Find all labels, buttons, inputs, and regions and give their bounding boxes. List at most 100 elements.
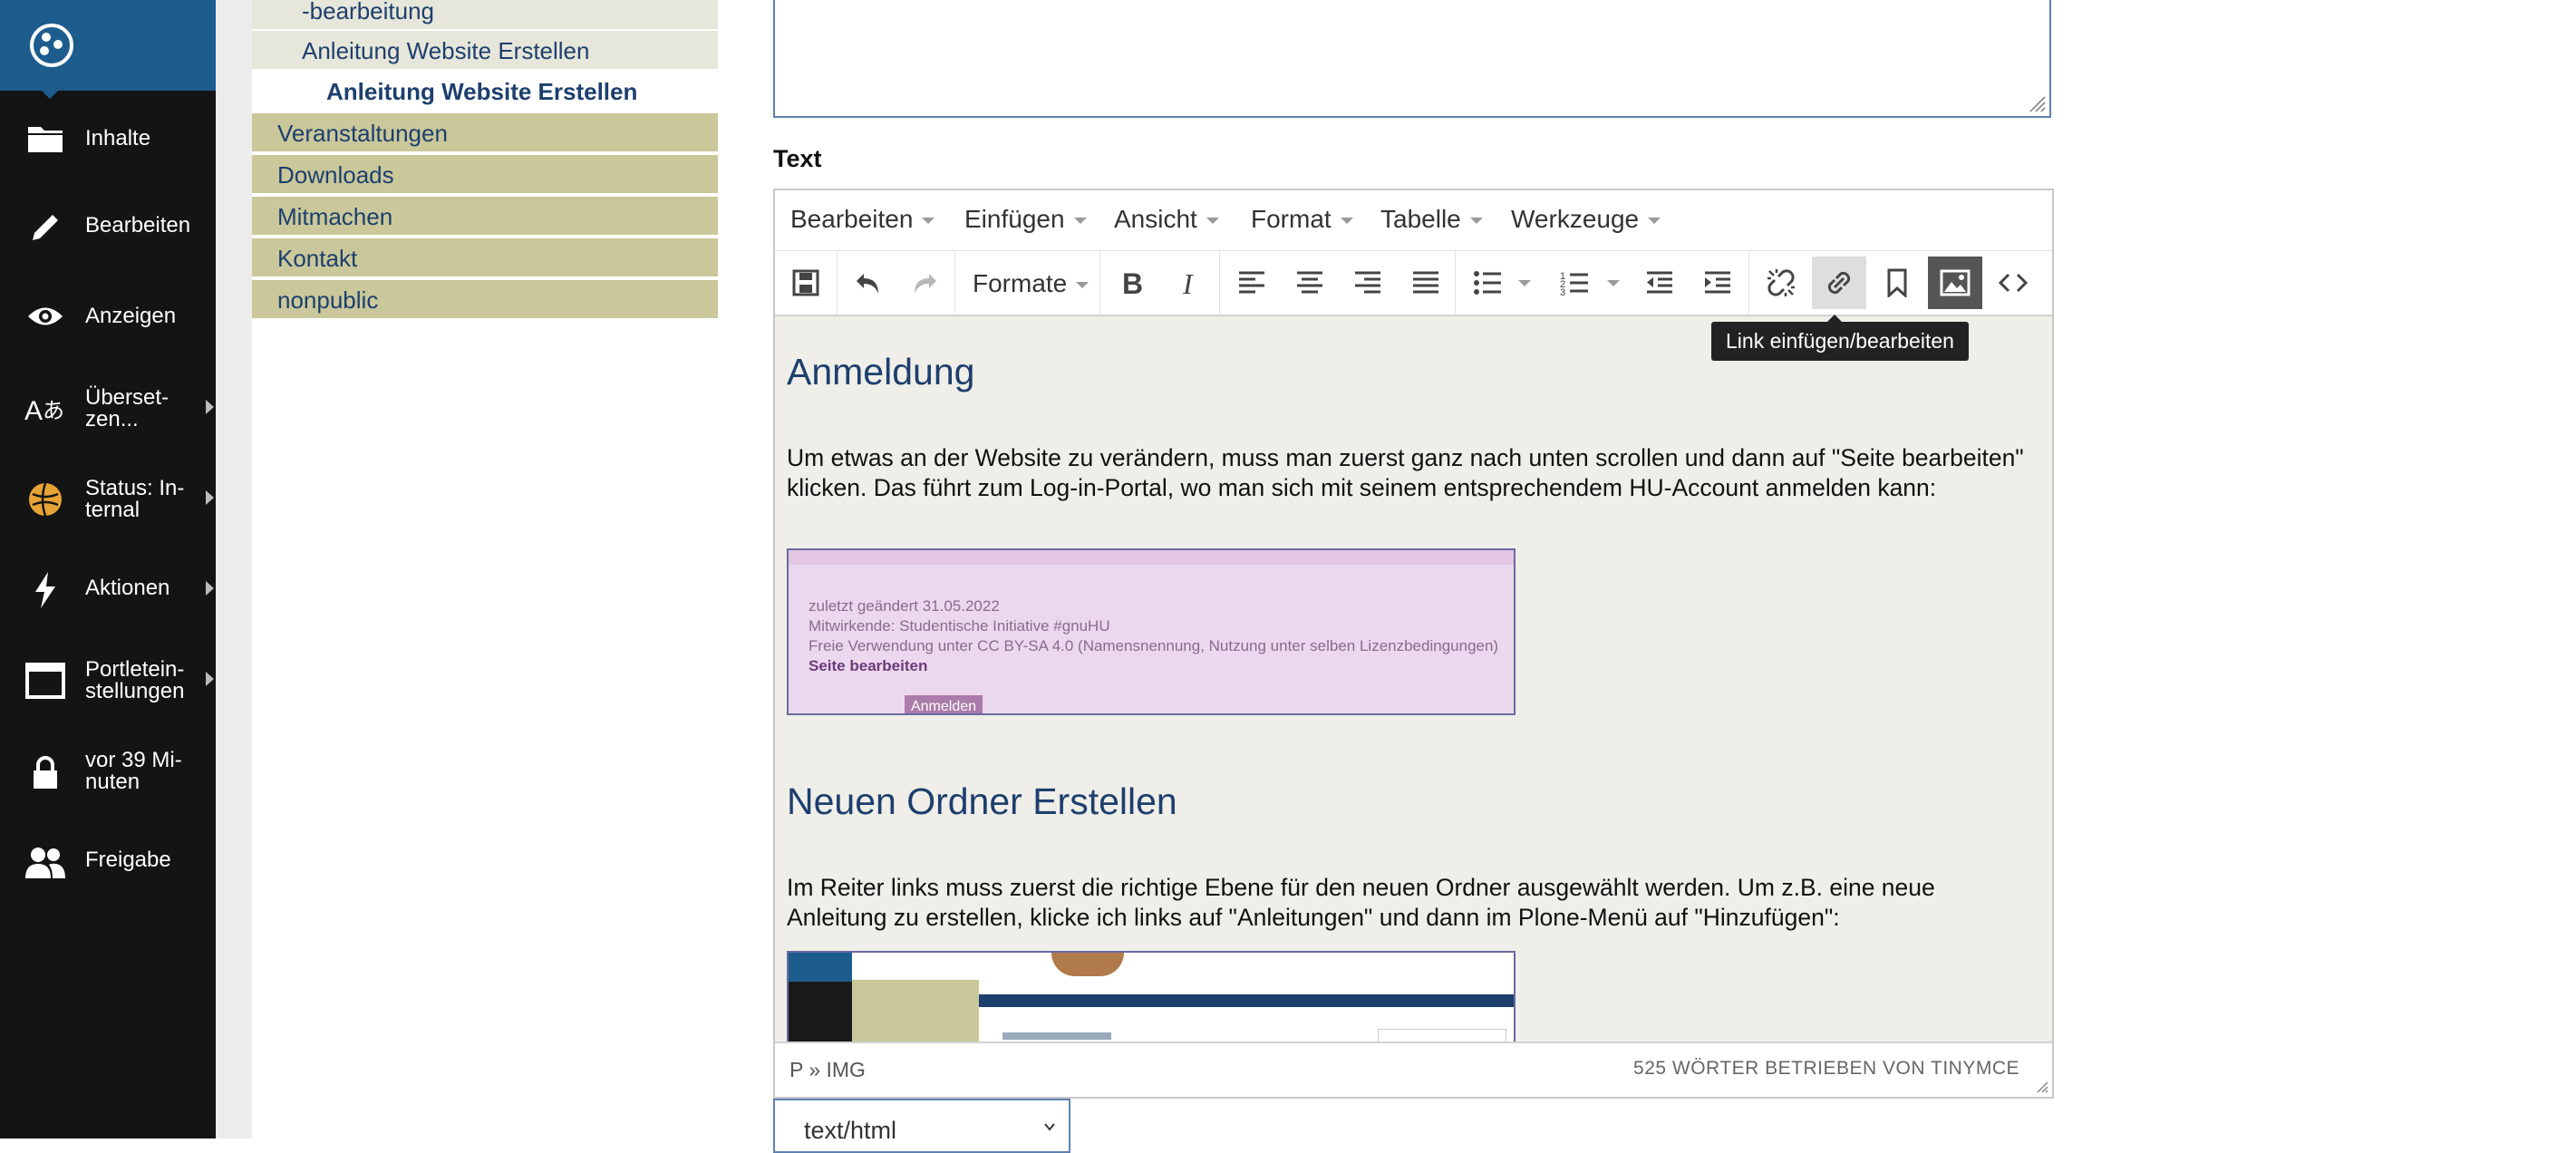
code-icon [1998,273,2029,293]
caret-down-icon [1076,282,1089,289]
content-heading: Anmeldung [787,351,975,392]
menu-tabelle[interactable]: Tabelle [1380,205,1483,234]
numbered-list-icon: 123 [1560,271,1588,296]
caret-down-icon[interactable] [1607,280,1620,286]
lock-icon [20,748,71,799]
toolbar-label: Status: In- ternal [85,476,185,522]
image-text: Mitwirkende: Studentische Initiative #gn… [809,617,1110,635]
align-center-button[interactable] [1283,257,1337,309]
save-icon [792,269,819,296]
nav-item-kontakt[interactable]: Kontakt [252,238,718,278]
bullet-list-icon [1474,271,1501,295]
toolbar-item-freigabe[interactable]: Freigabe [0,820,216,902]
formats-dropdown[interactable]: Formate [973,269,1089,298]
align-right-icon [1355,271,1380,294]
redo-icon [915,274,936,294]
toolbar-label: Freigabe [85,848,171,872]
nav-item[interactable]: -bearbeitung [252,0,718,31]
nav-item-nonpublic[interactable]: nonpublic [252,280,718,320]
caret-down-icon[interactable] [1518,280,1531,286]
menu-werkzeuge[interactable]: Werkzeuge [1511,205,1661,234]
image-icon [1940,269,1971,296]
image-login-button: Anmelden [905,695,983,713]
anchor-button[interactable] [1870,257,1924,309]
indent-button[interactable] [1690,257,1745,309]
outdent-button[interactable] [1632,257,1687,309]
align-left-button[interactable] [1225,257,1279,309]
nav-item-veranstaltungen[interactable]: Veranstaltungen [252,113,718,153]
nav-item-mitmachen[interactable]: Mitmachen [252,197,718,237]
editor-content[interactable]: Anmeldung Um etwas an der Website zu ver… [775,316,2052,1042]
users-icon [20,837,71,887]
italic-icon: I [1182,269,1194,296]
menu-bearbeiten[interactable]: Bearbeiten [790,205,935,234]
unlink-button[interactable] [1754,257,1808,309]
image-button[interactable] [1928,257,1982,309]
svg-text:B: B [1122,269,1143,296]
toolbar-item-uebersetzen[interactable]: Aあ Überset- zen... [0,367,216,449]
toolbar-item-portlets[interactable]: Portletein- stellungen [0,639,216,721]
toolbar-item-bearbeiten[interactable]: Bearbeiten [0,186,216,267]
numbered-list-button[interactable]: 123 [1547,257,1602,309]
resize-grip-icon[interactable] [2034,1079,2048,1093]
menu-ansicht[interactable]: Ansicht [1114,205,1219,234]
toolbar-item-inhalte[interactable]: Inhalte [0,95,216,177]
align-right-button[interactable] [1341,257,1395,309]
caret-down-icon [1648,218,1661,225]
toolbar-item-anzeigen[interactable]: Anzeigen [0,276,216,358]
toolbar-separator [954,251,955,315]
content-paragraph: Im Reiter links muss zuerst die richtige… [787,874,1935,931]
menu-einfuegen[interactable]: Einfügen [964,205,1087,234]
undo-icon [857,274,878,294]
caret-down-icon [1206,218,1219,225]
text-field-label: Text [773,145,822,172]
text-format-select[interactable]: text/html [773,1099,1070,1153]
resize-grip-icon[interactable] [2026,92,2046,112]
align-justify-button[interactable] [1399,257,1453,309]
italic-button[interactable]: I [1163,257,1217,309]
bold-button[interactable]: B [1105,257,1159,309]
image-text: Seite bearbeiten [809,657,928,674]
bookmark-icon [1887,268,1907,297]
indent-icon [1705,271,1730,294]
toolbar-item-lock[interactable]: vor 39 Mi- nuten [0,730,216,811]
redo-button[interactable] [898,257,953,309]
save-button[interactable] [779,257,833,309]
eye-icon [20,291,71,342]
content-image-screenshot[interactable] [787,951,1516,1042]
nav-item-downloads[interactable]: Downloads [252,155,718,195]
svg-text:I: I [1182,269,1194,296]
caret-down-icon [1340,218,1353,225]
portlet-icon [20,655,71,706]
nav-item-current[interactable]: Anleitung Website Erstellen [252,72,718,111]
toolbar-label: Portletein- stellungen [85,657,185,703]
align-center-icon [1297,271,1322,294]
element-path[interactable]: P » IMG [789,1058,866,1082]
toolbar-separator [1455,251,1456,315]
submenu-arrow-icon [206,490,214,505]
word-count: 525 WÖRTER BETRIEBEN VON TINYMCE [1633,1058,2019,1079]
plone-logo-button[interactable] [0,0,216,99]
caret-down-icon [1073,218,1087,225]
description-textarea[interactable] [773,0,2051,118]
undo-button[interactable] [840,257,895,309]
translate-icon: Aあ [20,383,71,434]
nav-item[interactable]: Anleitung Website Erstellen [252,31,718,71]
link-button[interactable] [1812,257,1866,309]
toolbar-label: Inhalte [85,126,151,150]
toolbar-label: vor 39 Mi- nuten [85,748,182,794]
toolbar-separator [837,251,838,315]
svg-text:A: A [24,396,43,426]
toolbar-item-aktionen[interactable]: Aktionen [0,548,216,630]
source-code-button[interactable] [1986,257,2040,309]
bullet-list-button[interactable] [1460,257,1515,309]
svg-text:3: 3 [1560,287,1565,296]
content-paragraph: Um etwas an der Website zu verändern, mu… [787,444,2024,501]
toolbar-label: Bearbeiten [85,213,191,237]
toolbar-item-status[interactable]: Status: In- ternal [0,458,216,539]
plone-toolbar: Inhalte Bearbeiten Anzeigen Aあ Überset- … [0,0,216,1138]
menu-format[interactable]: Format [1251,205,1353,234]
content-image-login[interactable]: zuletzt geändert 31.05.2022 Mitwirkende:… [787,548,1516,715]
toolbar-separator [1219,251,1220,315]
bold-icon: B [1122,269,1143,296]
